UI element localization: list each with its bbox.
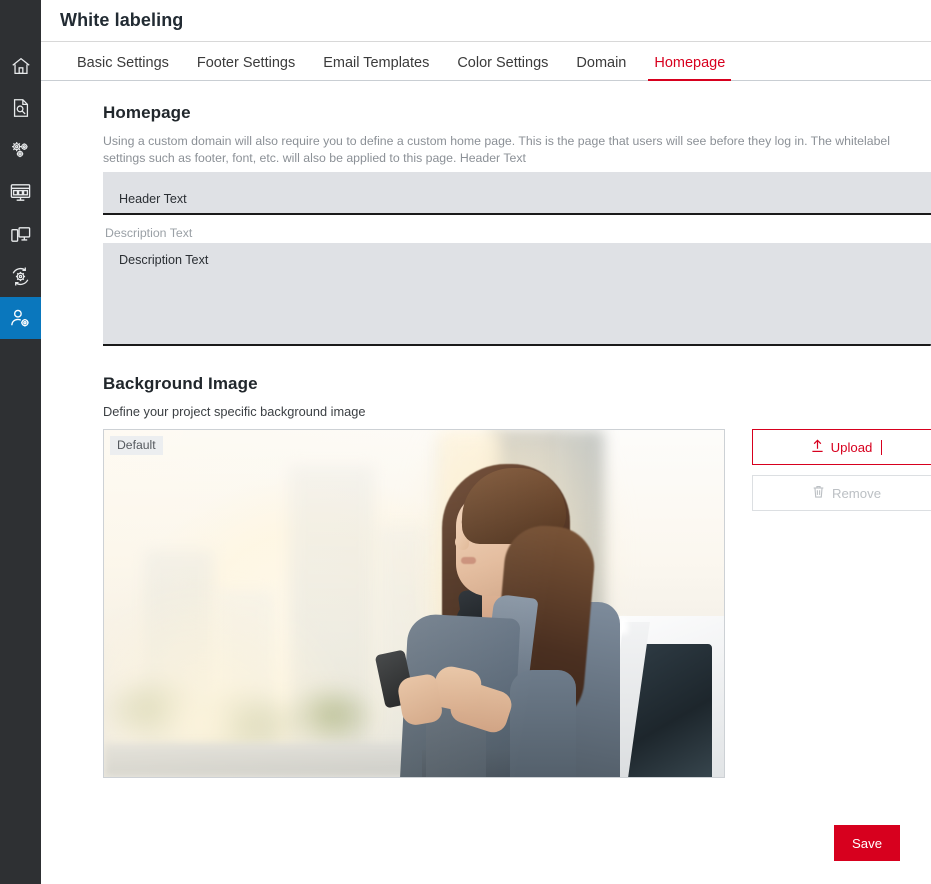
remove-button-label: Remove [832, 486, 881, 501]
upload-button[interactable]: Upload [752, 429, 931, 465]
homepage-heading: Homepage [103, 103, 931, 123]
description-text-label: Description Text [105, 226, 931, 240]
sidebar-item-reports[interactable] [0, 87, 41, 129]
sidebar-item-sync[interactable] [0, 255, 41, 297]
tab-homepage[interactable]: Homepage [640, 55, 739, 80]
sidebar-item-user-settings[interactable] [0, 297, 41, 339]
home-icon [10, 55, 32, 77]
tab-domain[interactable]: Domain [562, 55, 640, 80]
background-photo [104, 430, 724, 777]
save-button[interactable]: Save [834, 825, 900, 861]
homepage-description: Using a custom domain will also require … [103, 133, 908, 167]
footer-actions: Save [834, 825, 900, 861]
upload-button-label: Upload [831, 440, 873, 455]
background-image-section: Background Image Define your project spe… [103, 374, 931, 778]
app-root: White labeling Basic Settings Footer Set… [0, 0, 931, 884]
document-search-icon [10, 97, 32, 119]
remove-button: Remove [752, 475, 931, 511]
upload-arrow-icon [811, 439, 824, 456]
description-text-input[interactable] [103, 243, 931, 346]
text-caret [881, 440, 882, 455]
background-image-description: Define your project specific background … [103, 404, 931, 419]
main-panel: White labeling Basic Settings Footer Set… [41, 0, 931, 884]
tab-basic-settings[interactable]: Basic Settings [63, 55, 183, 80]
user-gear-icon [9, 307, 32, 330]
description-textarea-wrapper [103, 243, 931, 346]
tab-bar: Basic Settings Footer Settings Email Tem… [41, 42, 931, 81]
page-title: White labeling [60, 10, 183, 31]
sidebar-item-settings[interactable] [0, 129, 41, 171]
tab-color-settings[interactable]: Color Settings [443, 55, 562, 80]
trash-icon [812, 485, 825, 502]
background-image-heading: Background Image [103, 374, 931, 394]
gears-icon [9, 139, 32, 162]
sidebar-item-home[interactable] [0, 45, 41, 87]
background-image-preview[interactable]: Default [103, 429, 725, 778]
dashboard-monitor-icon [9, 181, 32, 204]
content-area: Homepage Using a custom domain will also… [41, 81, 931, 778]
tab-email-templates[interactable]: Email Templates [309, 55, 443, 80]
status-badge: Default [110, 436, 163, 455]
sync-gear-icon [9, 265, 32, 288]
header-text-input[interactable] [103, 172, 931, 215]
sidebar-item-dashboard[interactable] [0, 171, 41, 213]
image-actions: Upload Remove [752, 429, 931, 511]
tab-footer-settings[interactable]: Footer Settings [183, 55, 309, 80]
devices-icon [9, 223, 32, 246]
title-bar: White labeling [41, 0, 931, 42]
sidebar-item-devices[interactable] [0, 213, 41, 255]
sidebar [0, 0, 41, 884]
